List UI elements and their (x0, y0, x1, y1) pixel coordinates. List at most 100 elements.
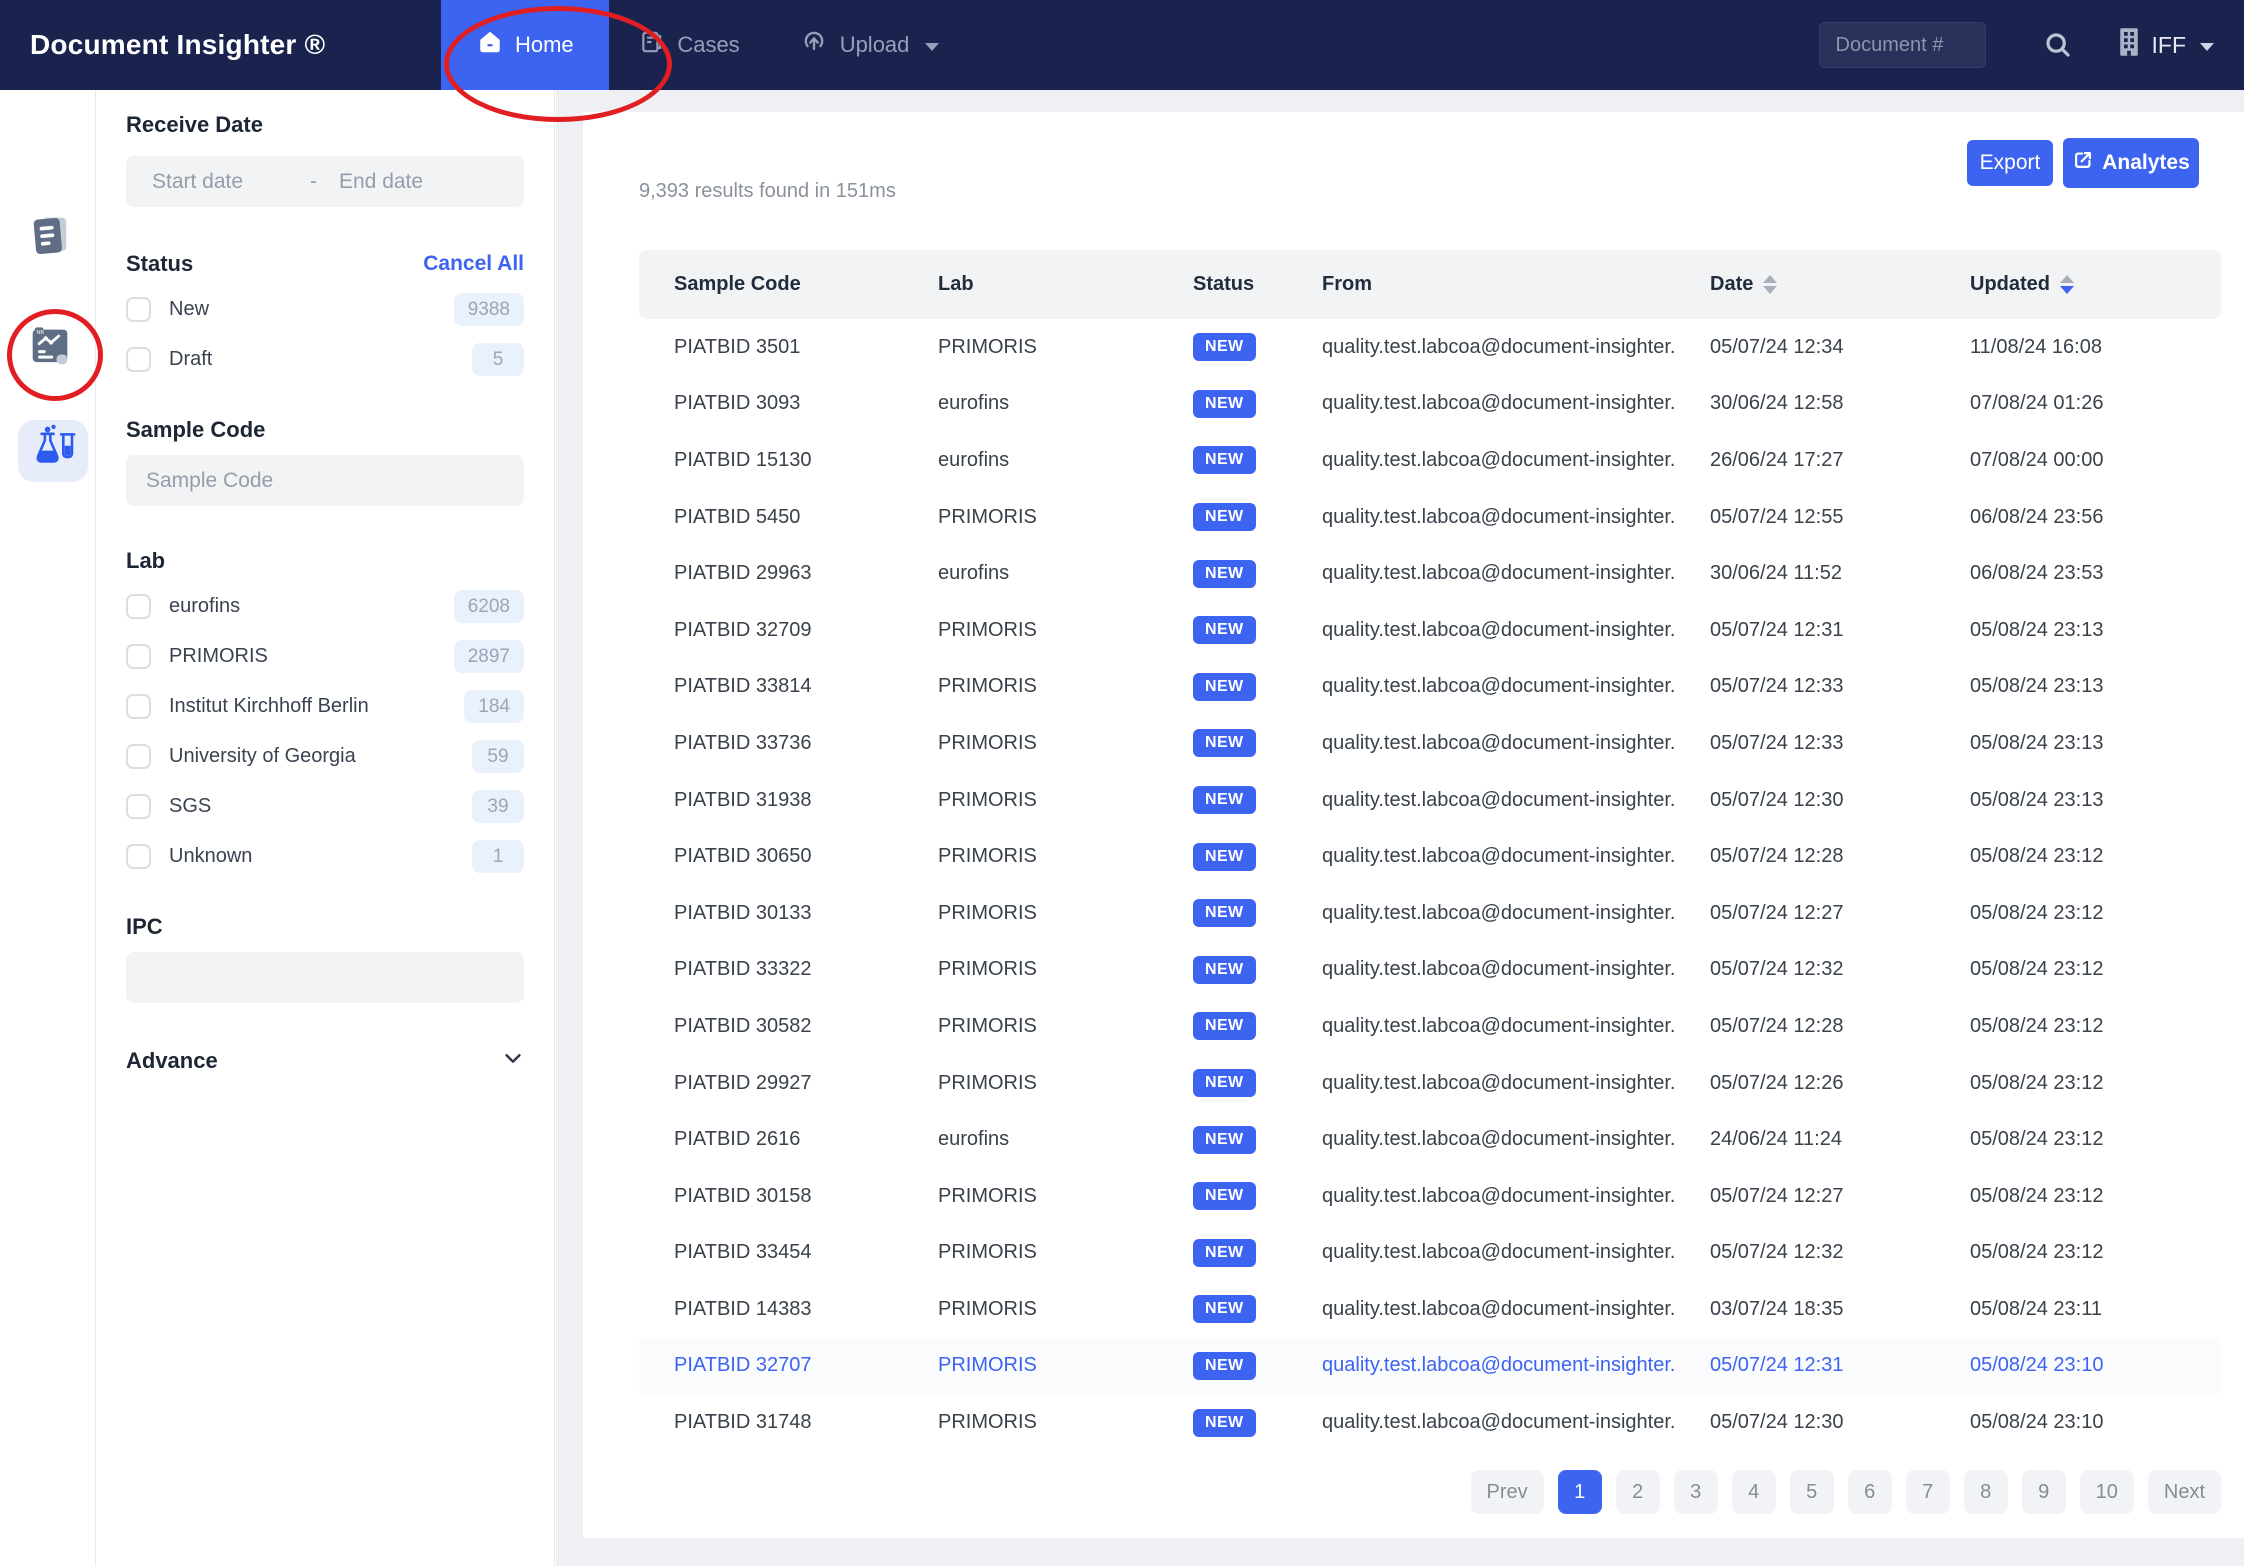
page-number-button[interactable]: 1 (1558, 1470, 1602, 1514)
cell-date: 03/07/24 18:35 (1675, 1298, 1935, 1321)
status-option-row[interactable]: New 9388 (126, 291, 524, 327)
table-row[interactable]: PIATBID 29963 eurofins NEW quality.test.… (639, 545, 2221, 602)
table-row[interactable]: PIATBID 30133 PRIMORIS NEW quality.test.… (639, 885, 2221, 942)
checkbox[interactable] (126, 297, 151, 322)
cell-status: NEW (1158, 1182, 1287, 1210)
table-row[interactable]: PIATBID 31748 PRIMORIS NEW quality.test.… (639, 1394, 2221, 1451)
table-row[interactable]: PIATBID 33322 PRIMORIS NEW quality.test.… (639, 942, 2221, 999)
table-row[interactable]: PIATBID 33814 PRIMORIS NEW quality.test.… (639, 659, 2221, 716)
cell-updated: 05/08/24 23:12 (1935, 1241, 2221, 1264)
home-icon (477, 29, 503, 61)
lab-option-row[interactable]: eurofins 6208 (126, 588, 524, 624)
cell-sample-code: PIATBID 33322 (639, 958, 903, 981)
org-menu[interactable]: IFF (2116, 27, 2215, 63)
lab-options: eurofins 6208 PRIMORIS 2897 Institut Kir… (126, 588, 524, 874)
table-row[interactable]: PIATBID 33736 PRIMORIS NEW quality.test.… (639, 715, 2221, 772)
export-button[interactable]: Export (1967, 140, 2053, 186)
lab-option-row[interactable]: Institut Kirchhoff Berlin 184 (126, 688, 524, 724)
tab-cases[interactable]: Cases (609, 0, 769, 90)
status-badge: NEW (1193, 729, 1256, 757)
cell-date: 05/07/24 12:31 (1675, 1354, 1935, 1377)
sidebar-item-documents[interactable] (18, 206, 82, 270)
table-row[interactable]: PIATBID 30650 PRIMORIS NEW quality.test.… (639, 828, 2221, 885)
checkbox[interactable] (126, 347, 151, 372)
checkbox[interactable] (126, 794, 151, 819)
start-date-placeholder[interactable]: Start date (152, 170, 302, 194)
search-icon[interactable] (2036, 23, 2080, 67)
sidebar-item-reports[interactable]: NB (18, 318, 82, 382)
cell-sample-code: PIATBID 32707 (639, 1354, 903, 1377)
checkbox[interactable] (126, 694, 151, 719)
table-row[interactable]: PIATBID 32709 PRIMORIS NEW quality.test.… (639, 602, 2221, 659)
cell-updated: 05/08/24 23:11 (1935, 1298, 2221, 1321)
sidebar-item-lab-samples[interactable] (18, 420, 88, 482)
table-row[interactable]: PIATBID 15130 eurofins NEW quality.test.… (639, 432, 2221, 489)
lab-option-row[interactable]: Unknown 1 (126, 838, 524, 874)
cell-updated: 05/08/24 23:12 (1935, 1185, 2221, 1208)
table-row[interactable]: PIATBID 31938 PRIMORIS NEW quality.test.… (639, 772, 2221, 829)
lab-option-row[interactable]: University of Georgia 59 (126, 738, 524, 774)
cell-status: NEW (1158, 560, 1287, 588)
page-number-button[interactable]: 7 (1906, 1470, 1950, 1514)
page-number-button[interactable]: 5 (1790, 1470, 1834, 1514)
prev-page-button[interactable]: Prev (1471, 1470, 1544, 1514)
flask-icon (27, 423, 79, 480)
sort-icon-active-desc[interactable] (2060, 275, 2074, 294)
table-row[interactable]: PIATBID 3093 eurofins NEW quality.test.l… (639, 376, 2221, 433)
checkbox[interactable] (126, 744, 151, 769)
checkbox[interactable] (126, 594, 151, 619)
analytes-button[interactable]: Analytes (2063, 138, 2199, 188)
table-row[interactable]: PIATBID 2616 eurofins NEW quality.test.l… (639, 1111, 2221, 1168)
cell-updated: 11/08/24 16:08 (1935, 336, 2221, 359)
analytes-label: Analytes (2102, 151, 2190, 175)
ipc-input[interactable] (126, 952, 524, 1003)
checkbox[interactable] (126, 644, 151, 669)
page-number-button[interactable]: 4 (1732, 1470, 1776, 1514)
sample-code-input[interactable] (126, 455, 524, 506)
cell-date: 05/07/24 12:28 (1675, 1015, 1935, 1038)
cell-date: 05/07/24 12:33 (1675, 732, 1935, 755)
cancel-all-link[interactable]: Cancel All (423, 252, 524, 276)
table-row[interactable]: PIATBID 14383 PRIMORIS NEW quality.test.… (639, 1281, 2221, 1338)
status-option-row[interactable]: Draft 5 (126, 341, 524, 377)
table-row[interactable]: PIATBID 29927 PRIMORIS NEW quality.test.… (639, 1055, 2221, 1112)
lab-option-label: Unknown (169, 845, 252, 868)
status-badge: NEW (1193, 446, 1256, 474)
page-number-button[interactable]: 9 (2022, 1470, 2066, 1514)
cell-date: 05/07/24 12:55 (1675, 506, 1935, 529)
table-row[interactable]: PIATBID 32707 PRIMORIS NEW quality.test.… (639, 1338, 2221, 1395)
cell-status: NEW (1158, 843, 1287, 871)
cell-status: NEW (1158, 333, 1287, 361)
page-number-button[interactable]: 10 (2080, 1470, 2134, 1514)
sort-icon[interactable] (1763, 275, 1777, 294)
lab-option-row[interactable]: PRIMORIS 2897 (126, 638, 524, 674)
page-number-button[interactable]: 3 (1674, 1470, 1718, 1514)
lab-option-row[interactable]: SGS 39 (126, 788, 524, 824)
status-badge: NEW (1193, 390, 1256, 418)
table-row[interactable]: PIATBID 30582 PRIMORIS NEW quality.test.… (639, 998, 2221, 1055)
end-date-placeholder[interactable]: End date (339, 170, 423, 194)
tab-upload[interactable]: Upload (770, 0, 970, 90)
date-range-input[interactable]: Start date - End date (126, 156, 524, 207)
table-row[interactable]: PIATBID 33454 PRIMORIS NEW quality.test.… (639, 1225, 2221, 1282)
page-number-button[interactable]: 2 (1616, 1470, 1660, 1514)
advance-toggle[interactable]: Advance (126, 1047, 524, 1074)
tab-home-label: Home (515, 32, 574, 58)
table-row[interactable]: PIATBID 3501 PRIMORIS NEW quality.test.l… (639, 319, 2221, 376)
cell-date: 30/06/24 12:58 (1675, 392, 1935, 415)
table-row[interactable]: PIATBID 5450 PRIMORIS NEW quality.test.l… (639, 489, 2221, 546)
page-number-button[interactable]: 8 (1964, 1470, 2008, 1514)
cell-updated: 05/08/24 23:12 (1935, 958, 2221, 981)
cell-lab: PRIMORIS (903, 1185, 1158, 1208)
external-link-icon (2072, 149, 2094, 177)
column-header-date[interactable]: Date (1675, 273, 1935, 296)
document-number-input[interactable] (1819, 22, 1986, 68)
column-header-updated[interactable]: Updated (1935, 273, 2221, 296)
table-row[interactable]: PIATBID 30158 PRIMORIS NEW quality.test.… (639, 1168, 2221, 1225)
checkbox[interactable] (126, 844, 151, 869)
cell-sample-code: PIATBID 33736 (639, 732, 903, 755)
tab-home[interactable]: Home (441, 0, 609, 90)
cell-sample-code: PIATBID 32709 (639, 619, 903, 642)
next-page-button[interactable]: Next (2148, 1470, 2221, 1514)
page-number-button[interactable]: 6 (1848, 1470, 1892, 1514)
